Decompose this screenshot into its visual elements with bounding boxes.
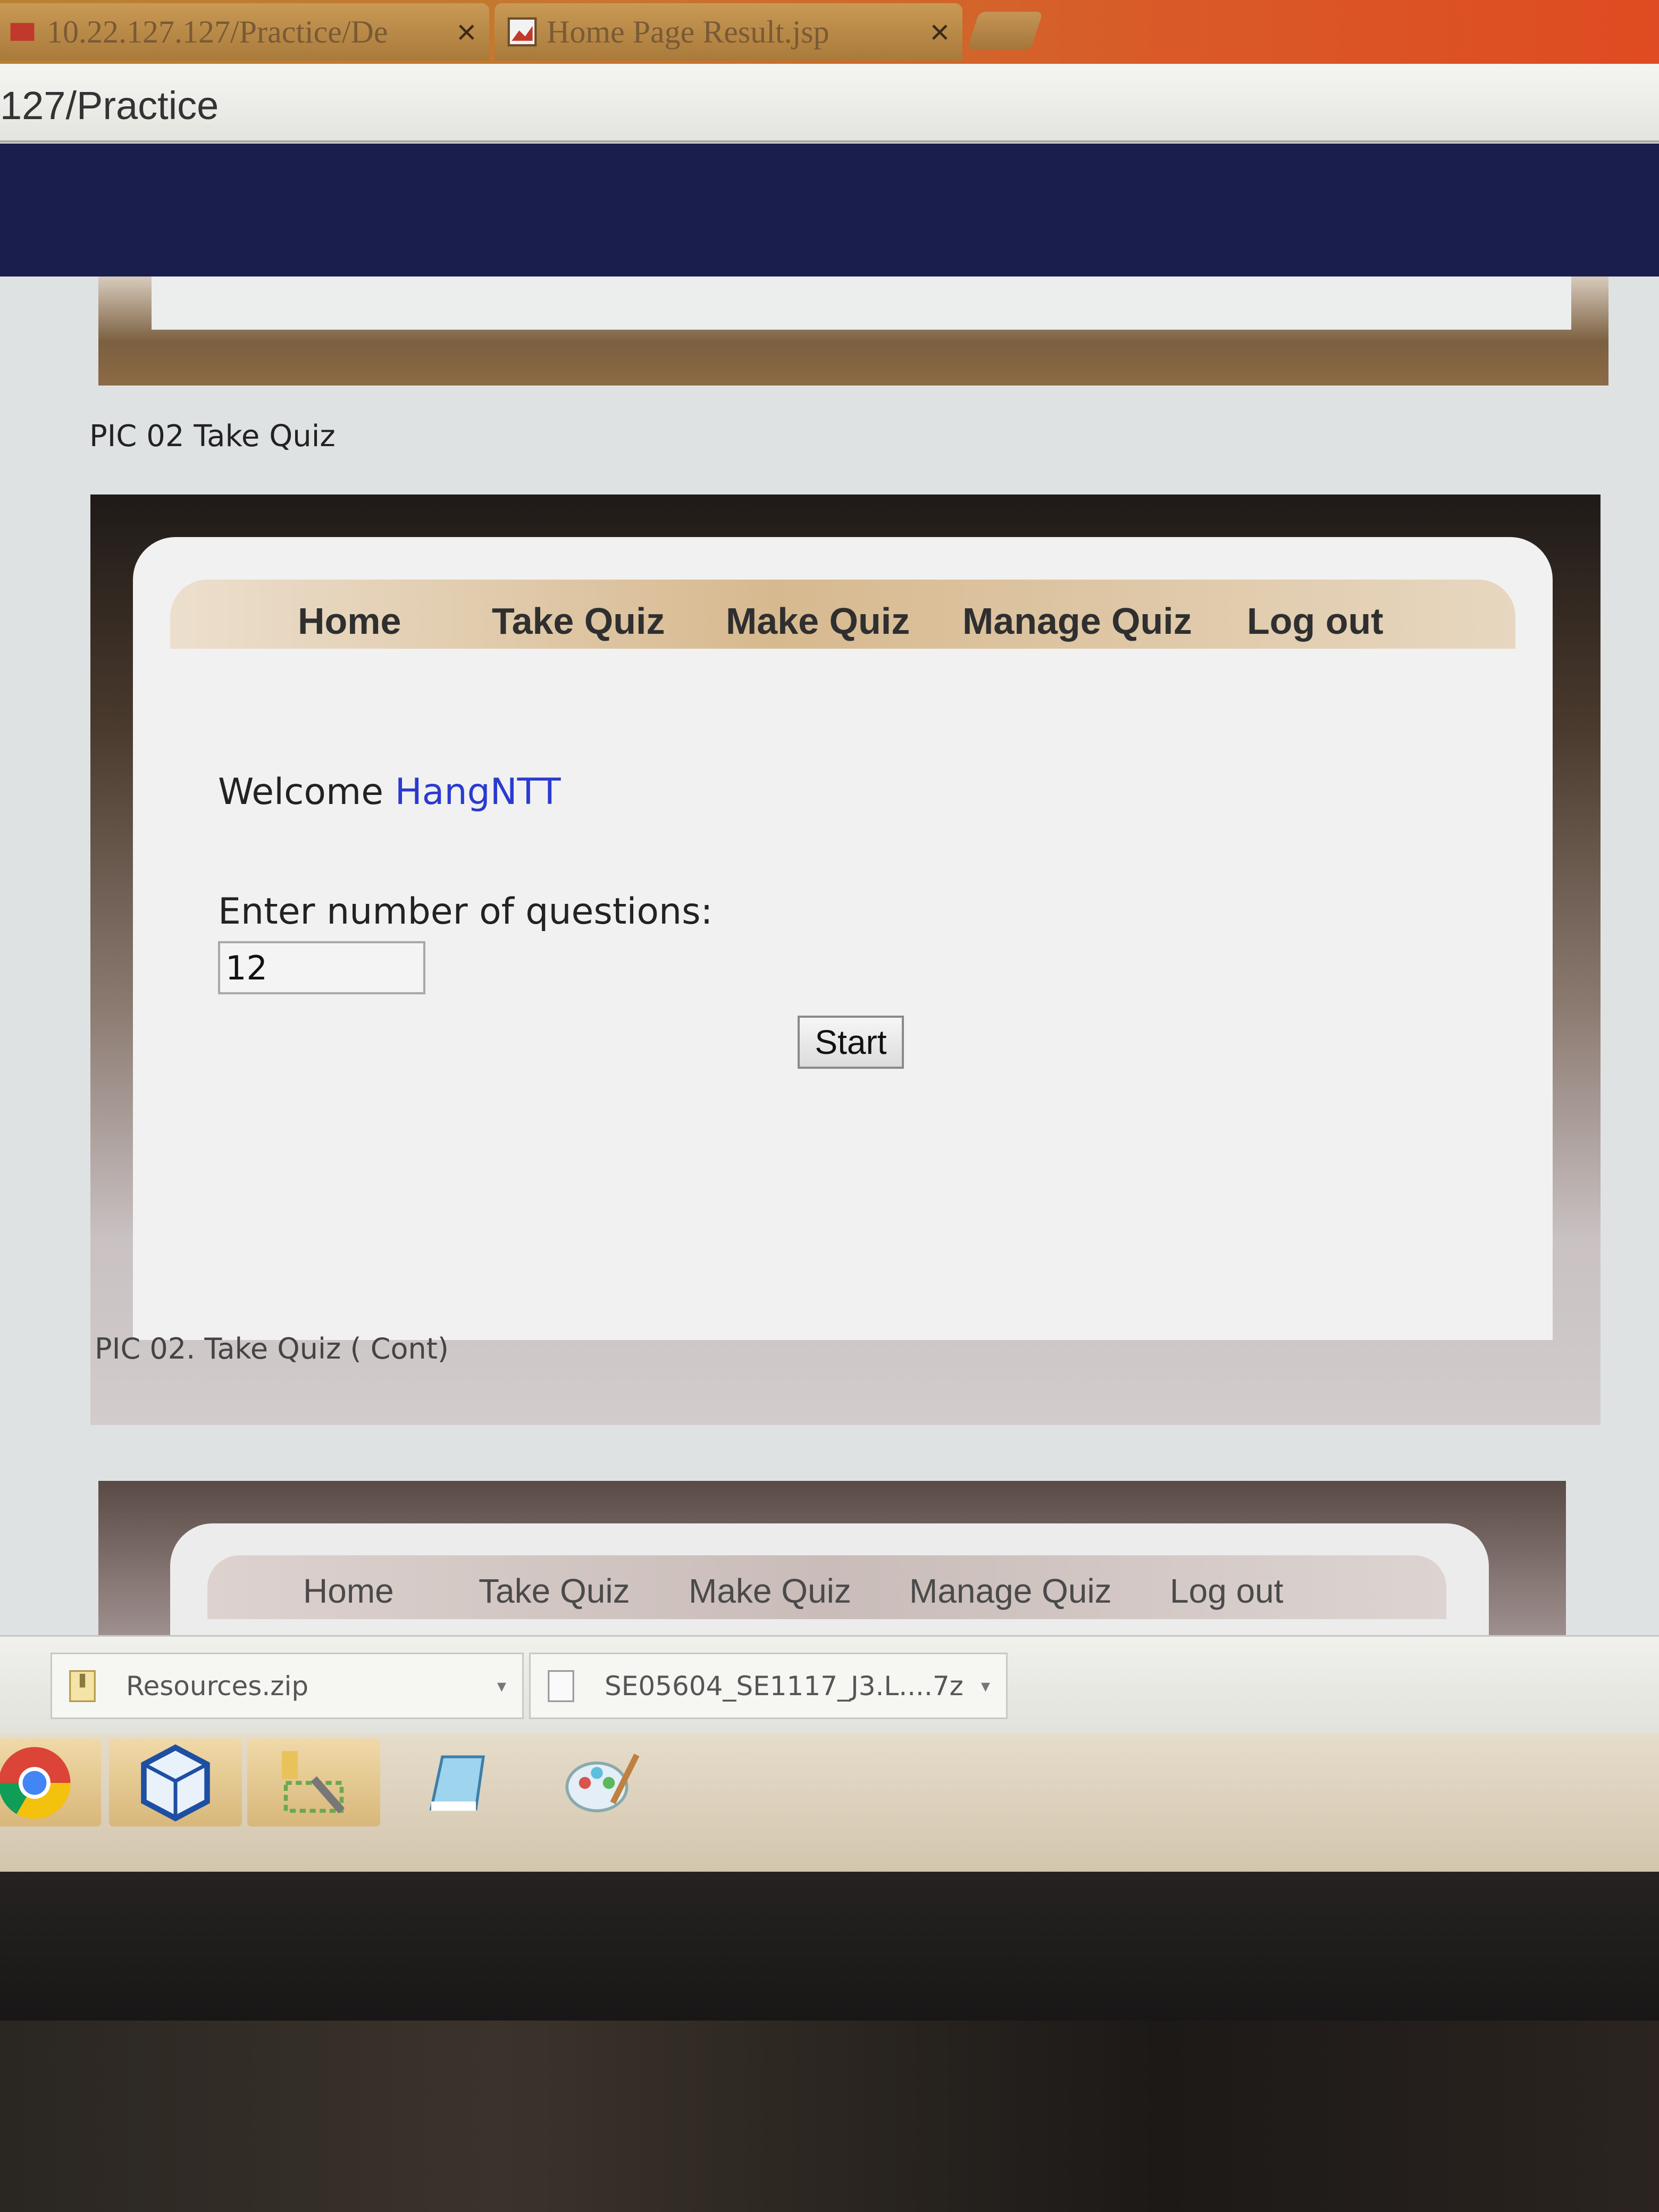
menu-take-quiz[interactable]: Take Quiz bbox=[479, 1571, 630, 1611]
virtualbox-icon bbox=[141, 1744, 210, 1821]
tab-title: Home Page Result.jsp bbox=[547, 14, 830, 49]
menu-make-quiz[interactable]: Make Quiz bbox=[726, 600, 910, 642]
question-count-label: Enter number of questions: bbox=[218, 891, 713, 933]
monitor-screen: 10.22.127.127/Practice/De × Home Page Re… bbox=[0, 0, 1659, 1872]
taskbar bbox=[0, 1733, 1659, 1872]
chevron-down-icon[interactable]: ▾ bbox=[981, 1675, 990, 1697]
tab-close-icon[interactable]: × bbox=[930, 12, 950, 52]
download-filename: Resources.zip bbox=[126, 1670, 309, 1702]
caption-take-quiz: PIC 02 Take Quiz bbox=[89, 419, 336, 454]
download-item-se05604[interactable]: SE05604_SE1117_J3.L....7z ▾ bbox=[529, 1653, 1008, 1719]
menu-manage-quiz[interactable]: Manage Quiz bbox=[962, 600, 1192, 642]
top-menu-cont: Home Take Quiz Make Quiz Manage Quiz Log… bbox=[207, 1555, 1446, 1619]
download-bar: Resources.zip ▾ SE05604_SE1117_J3.L....7… bbox=[0, 1635, 1659, 1735]
taskbar-chrome[interactable] bbox=[0, 1739, 101, 1826]
menu-home[interactable]: Home bbox=[303, 1571, 394, 1611]
menu-home[interactable]: Home bbox=[298, 600, 401, 642]
paint-icon bbox=[565, 1753, 640, 1812]
page-content: PIC 02 Take Quiz Home Take Quiz Make Qui… bbox=[0, 276, 1659, 1736]
taskbar-virtualbox[interactable] bbox=[109, 1739, 242, 1826]
tools-icon bbox=[282, 1750, 345, 1813]
desk-surface bbox=[0, 2021, 1659, 2212]
download-item-resources[interactable]: Resources.zip ▾ bbox=[51, 1653, 524, 1719]
url-text[interactable]: 127/Practice bbox=[0, 83, 219, 128]
previous-screenshot-frame bbox=[98, 276, 1608, 386]
take-quiz-screenshot-frame: Home Take Quiz Make Quiz Manage Quiz Log… bbox=[90, 495, 1601, 1425]
notepad-icon bbox=[429, 1755, 485, 1811]
menu-take-quiz[interactable]: Take Quiz bbox=[492, 600, 665, 642]
taskbar-tools[interactable] bbox=[247, 1739, 380, 1826]
chrome-icon bbox=[0, 1747, 71, 1819]
tab-close-icon[interactable]: × bbox=[457, 12, 476, 52]
new-tab-button[interactable] bbox=[967, 12, 1043, 50]
browser-tab-practice[interactable]: 10.22.127.127/Practice/De × bbox=[0, 3, 489, 61]
browser-tab-bar: 10.22.127.127/Practice/De × Home Page Re… bbox=[0, 0, 1659, 64]
question-count-input[interactable] bbox=[218, 941, 425, 994]
take-quiz-panel: Home Take Quiz Make Quiz Manage Quiz Log… bbox=[133, 537, 1553, 1340]
tab-title: 10.22.127.127/Practice/De bbox=[47, 14, 388, 49]
caption-take-quiz-cont: PIC 02. Take Quiz ( Cont) bbox=[95, 1332, 449, 1365]
welcome-prefix: Welcome bbox=[218, 771, 384, 813]
browser-tab-home-result[interactable]: Home Page Result.jsp × bbox=[495, 3, 962, 61]
page-header-band bbox=[0, 144, 1659, 276]
zip-file-icon bbox=[69, 1670, 96, 1702]
username: HangNTT bbox=[395, 771, 561, 813]
file-icon bbox=[548, 1670, 574, 1702]
taskbar-notepad[interactable] bbox=[391, 1739, 524, 1826]
top-menu: Home Take Quiz Make Quiz Manage Quiz Log… bbox=[170, 580, 1515, 649]
previous-screenshot-panel bbox=[152, 276, 1571, 330]
start-button[interactable]: Start bbox=[798, 1016, 904, 1069]
chevron-down-icon[interactable]: ▾ bbox=[497, 1675, 506, 1697]
menu-log-out[interactable]: Log out bbox=[1247, 600, 1384, 642]
download-filename: SE05604_SE1117_J3.L....7z bbox=[605, 1670, 963, 1702]
taskbar-paint[interactable] bbox=[534, 1739, 667, 1826]
image-favicon-icon bbox=[507, 17, 537, 47]
menu-log-out[interactable]: Log out bbox=[1170, 1571, 1284, 1611]
favicon-icon bbox=[10, 23, 35, 41]
menu-make-quiz[interactable]: Make Quiz bbox=[689, 1571, 851, 1611]
menu-manage-quiz[interactable]: Manage Quiz bbox=[909, 1571, 1112, 1611]
welcome-message: Welcome HangNTT bbox=[218, 771, 560, 813]
address-bar[interactable]: 127/Practice bbox=[0, 64, 1659, 143]
